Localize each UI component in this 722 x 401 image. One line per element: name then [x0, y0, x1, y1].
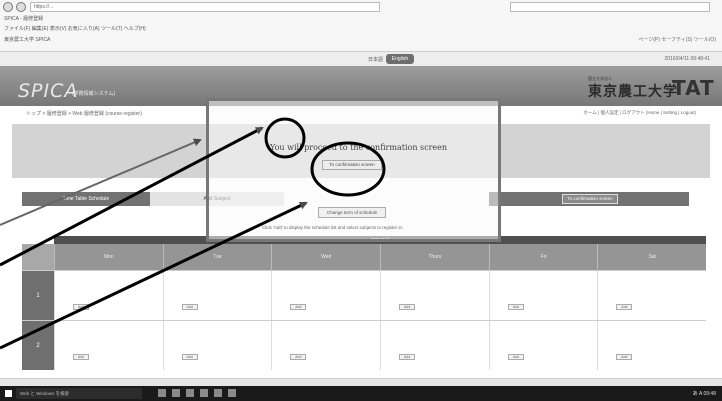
timetable-cell: Add [488, 321, 598, 370]
language-english-button[interactable]: English [386, 54, 414, 64]
timetable-cell: Add [54, 321, 163, 370]
browser-chrome: https://... SPICA - 履修登録 ファイル(F) 編集(E) 表… [0, 0, 722, 52]
system-tray: あ A 09:48 [692, 391, 716, 397]
browser-tab[interactable]: SPICA - 履修登録 [0, 14, 722, 24]
confirmation-dialog [206, 98, 501, 242]
back-icon[interactable] [3, 2, 13, 12]
windows-start-icon[interactable] [5, 390, 12, 397]
address-bar[interactable]: https://... [30, 2, 380, 12]
store-icon[interactable] [200, 389, 208, 397]
breadcrumb[interactable]: トップ > 履修登録 > Web 履修登録 (course register) [26, 110, 142, 117]
timetable-cell: Add [380, 271, 489, 320]
current-datetime: 2016/04/11 09:48:41 [664, 56, 710, 62]
dialog-message: You will proceed to the confirmation scr… [270, 143, 448, 152]
timetable-grid: Mon Tue Wed Thurs Fri Sat 1 Add Add Add … [22, 244, 707, 370]
add-subject-button[interactable]: Add [507, 304, 524, 310]
edge-icon[interactable] [172, 389, 180, 397]
command-bar[interactable]: ページ(P) セーフティ(S) ツール(O) [638, 34, 716, 46]
timetable-corner [22, 244, 54, 270]
add-subject-button[interactable]: Add [399, 304, 416, 310]
period-label: 1 [22, 271, 54, 320]
horizontal-scrollbar[interactable] [0, 378, 722, 386]
timetable-cell: Add [488, 271, 598, 320]
add-subject-button[interactable]: Add [399, 354, 416, 360]
day-header: Mon [54, 244, 163, 270]
tat-logo: TAT [672, 76, 715, 100]
explorer-icon[interactable] [186, 389, 194, 397]
add-subject-button[interactable]: Add [290, 354, 307, 360]
add-subject-button[interactable]: Add [616, 354, 633, 360]
timetable-hint: Click 'Add' to display the schedule list… [262, 225, 404, 230]
add-subject-button[interactable]: Add [181, 304, 198, 310]
timetable-cell: Add [162, 321, 272, 370]
timetable-cell: Add [380, 321, 489, 370]
tab-timetable-schedule[interactable]: Time Table Schedule [22, 192, 150, 206]
forward-icon[interactable] [16, 2, 26, 12]
add-subject-button[interactable]: Add [73, 354, 89, 360]
timetable-cell: Add [597, 271, 707, 320]
dialog-confirm-button[interactable]: To confirmation screen [322, 160, 382, 170]
add-subject-button[interactable]: Add [181, 354, 198, 360]
add-subject-button[interactable]: Add [290, 304, 307, 310]
browser-search-input[interactable] [510, 2, 710, 12]
add-subject-button[interactable]: Add [507, 354, 524, 360]
period-label: 2 [22, 321, 54, 370]
to-confirmation-button[interactable]: To confirmation screen [562, 194, 618, 204]
taskbar-search-input[interactable]: Web と Windows を検索 [16, 388, 142, 399]
timetable-cell: Add [162, 271, 272, 320]
day-header: Tue [162, 244, 272, 270]
language-japanese-link[interactable]: 日本語 [368, 56, 383, 63]
spica-subtitle: (学務情報システム) [72, 91, 116, 97]
day-header: Wed [271, 244, 381, 270]
app-icon[interactable] [228, 389, 236, 397]
timetable-cell: Add [271, 321, 381, 370]
favorites-bar: 東京農工大学 SPICA ページ(P) セーフティ(S) ツール(O) [0, 34, 722, 46]
task-view-icon[interactable] [158, 389, 166, 397]
timetable-cell: Add [54, 271, 163, 320]
day-header: Sat [597, 244, 707, 270]
top-links[interactable]: ホーム | 個人設定 | ログアウト (Home | Setting | Log… [583, 110, 696, 116]
address-row: https://... [0, 0, 722, 14]
favorite-link[interactable]: 東京農工大学 SPICA [4, 37, 50, 43]
language-bar [0, 52, 722, 66]
university-name: 東京農工大学 [588, 84, 678, 100]
add-subject-button[interactable]: Add [73, 304, 89, 310]
day-header: Fri [488, 244, 598, 270]
spica-logo[interactable]: SPICA [18, 80, 78, 102]
timetable-header-row: Mon Tue Wed Thurs Fri Sat [22, 244, 707, 270]
timetable-cell: Add [597, 321, 707, 370]
add-subject-button[interactable]: Add [616, 304, 633, 310]
browser-menu-bar[interactable]: ファイル(F) 編集(E) 表示(V) お気に入り(A) ツール(T) ヘルプ(… [0, 24, 722, 34]
timetable-cell: Add [271, 271, 381, 320]
timetable-row: 2 Add Add Add Add Add Add [22, 320, 707, 370]
timetable-row: 1 Add Add Add Add Add Add [22, 270, 707, 320]
change-term-button[interactable]: Change term of schedule [318, 207, 386, 218]
ie-icon[interactable] [214, 389, 222, 397]
day-header: Thurs [380, 244, 489, 270]
